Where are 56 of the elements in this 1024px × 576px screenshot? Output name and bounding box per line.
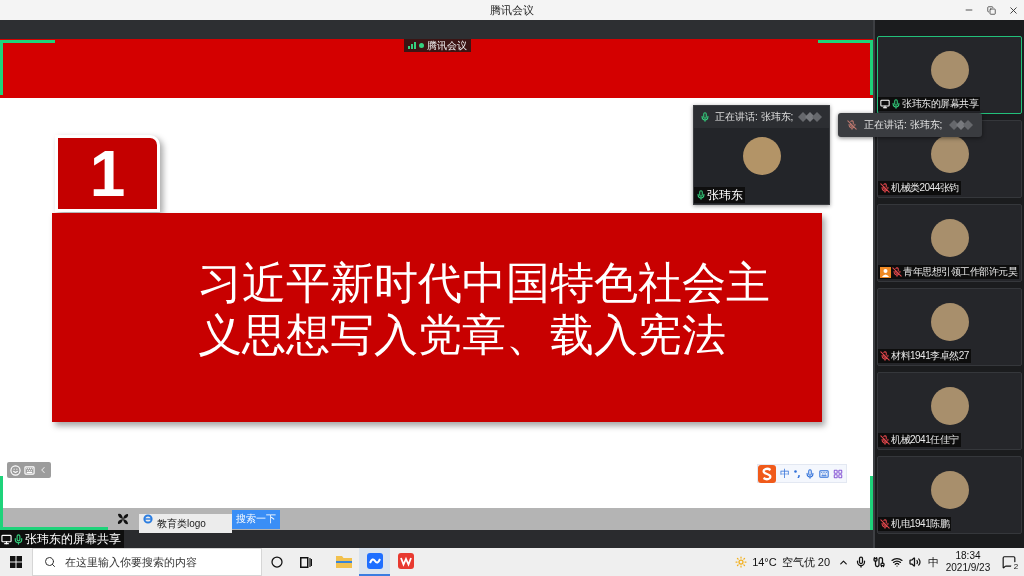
weather-button[interactable]: 14°C 空气优 20 [731,548,834,576]
circle-icon [271,556,283,568]
speaking-status: 正在讲话: 张玮东; [864,120,943,130]
wps-app-icon [397,553,414,569]
microphone-icon [855,556,867,568]
taskbar-app-button[interactable] [359,548,390,576]
punctuation-icon [794,469,801,478]
collapse-icon [38,465,48,475]
input-mode-button[interactable]: 中 [924,548,942,576]
keyboard-icon [24,464,35,476]
network-icon [891,556,903,568]
soft-keyboard-icon [819,468,829,479]
speaker-name: 张玮东 [707,189,743,201]
speaking-status: 正在讲话: 张玮东; [715,112,794,122]
screen-share-icon [1,533,12,545]
cable-icon [873,556,885,568]
participant-name: 机械2041任佳宁 [891,435,959,445]
participant-name: 机电1941陈鹏 [891,519,950,529]
mic-icon [13,533,24,545]
window-title: 腾讯会议 [490,4,534,16]
taskbar-search-field[interactable]: 在这里输入你要搜索的内容 [32,548,262,576]
share-label: 张玮东的屏幕共享 [25,533,121,545]
folder-icon [335,554,352,568]
share-frame-corner [0,40,55,95]
slide-number: 1 [89,141,126,206]
participant-name: 青年思想引领工作部许元昊 [903,267,1017,277]
task-view-icon [300,556,312,568]
pinwheel-icon [116,512,130,526]
blurred-mark-icon [949,120,974,130]
participant-name: 机械类2044张钧 [891,183,959,193]
notification-button[interactable]: 2 [994,548,1024,576]
participant-name: 材料1941李卓然27 [891,351,969,361]
muted-mic-icon [847,120,857,130]
meeting-app-icon [366,553,383,569]
emoji-icon [10,464,21,476]
blurred-mark-icon [798,112,823,122]
close-icon [1007,4,1019,16]
screen-share-icon [880,99,890,109]
restore-icon [986,5,996,15]
signal-icon [408,42,416,49]
ime-mode-button[interactable]: 中 [780,468,790,479]
toolbox-icon [833,468,843,479]
sun-icon [735,556,748,568]
slide-title: 习近平新时代中国特色社会主义思想写入党章、载入宪法 [198,257,771,361]
status-dot-icon [419,43,424,48]
search-field[interactable]: 教育类logo [139,514,232,533]
participant-name: 张玮东的屏幕共享 [902,99,978,109]
windows-logo-icon [10,556,22,568]
search-icon [44,556,56,568]
clock-button[interactable]: 18:34 2021/9/23 [942,548,994,576]
browser-icon [143,514,153,524]
share-frame-corner [870,476,873,530]
meeting-badge-text: 腾讯会议 [427,40,467,51]
mic-icon [700,112,710,122]
voice-input-icon [805,468,815,479]
volume-icon [909,556,921,568]
